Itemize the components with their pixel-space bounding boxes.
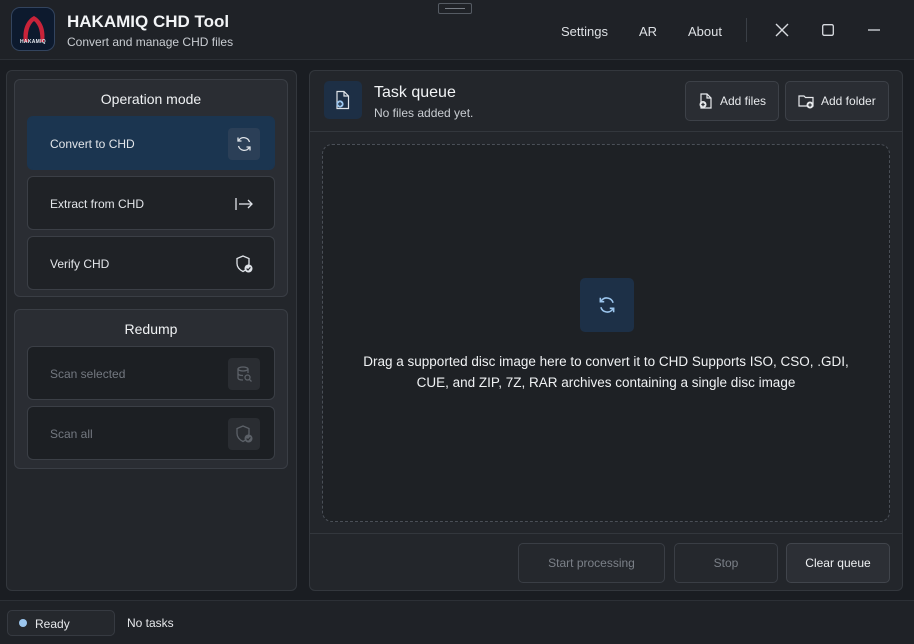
close-icon: [775, 23, 789, 37]
file-add-icon: [324, 81, 362, 119]
scan-selected-button[interactable]: Scan selected: [27, 346, 275, 400]
add-folder-icon: [798, 95, 814, 109]
app-logo: HAKAMIQ: [11, 7, 55, 51]
app-title: HAKAMIQ CHD Tool: [67, 12, 230, 31]
menu-settings[interactable]: Settings: [561, 24, 608, 39]
minimize-button[interactable]: [860, 16, 888, 44]
status-text: Ready: [35, 617, 70, 631]
minimize-icon: [868, 29, 880, 31]
refresh-icon: [580, 278, 634, 332]
shield-check-icon: [228, 248, 260, 280]
shield-check-icon: [228, 418, 260, 450]
menu-about[interactable]: About: [688, 24, 722, 39]
drop-zone-text: Drag a supported disc image here to conv…: [363, 354, 849, 390]
app-subtitle: Convert and manage CHD files: [67, 35, 234, 49]
footer-divider: [310, 533, 902, 534]
refresh-icon: [228, 128, 260, 160]
drop-zone[interactable]: Drag a supported disc image here to conv…: [322, 144, 890, 522]
menu-language[interactable]: AR: [639, 24, 657, 39]
redump-title: Redump: [124, 321, 178, 337]
task-queue-title: Task queue: [374, 84, 456, 101]
redump-group: Redump Scan selected Scan all: [14, 309, 288, 469]
maximize-icon: [822, 24, 834, 36]
status-indicator: Ready: [7, 610, 115, 636]
extract-from-chd-button[interactable]: Extract from CHD: [27, 176, 275, 230]
status-bar: Ready No tasks: [0, 600, 914, 644]
stop-button[interactable]: Stop: [674, 543, 778, 583]
add-folder-button[interactable]: Add folder: [785, 81, 889, 121]
tasks-count: No tasks: [127, 616, 174, 630]
arrow-right-bar-icon: [228, 188, 260, 220]
clear-queue-button[interactable]: Clear queue: [786, 543, 890, 583]
menu-separator: [746, 18, 747, 42]
task-queue-subtitle: No files added yet.: [374, 106, 474, 120]
task-queue-panel: Task queue No files added yet. Add files…: [309, 70, 903, 591]
operation-mode-group: Operation mode Convert to CHD Extract fr…: [14, 79, 288, 297]
database-search-icon: [228, 358, 260, 390]
scan-all-button[interactable]: Scan all: [27, 406, 275, 460]
add-files-button[interactable]: Add files: [685, 81, 779, 121]
add-file-icon: [699, 93, 712, 109]
title-bar: HAKAMIQ HAKAMIQ CHD Tool Convert and man…: [0, 0, 914, 60]
start-processing-button[interactable]: Start processing: [518, 543, 665, 583]
close-button[interactable]: [768, 16, 796, 44]
drag-handle[interactable]: [438, 3, 472, 14]
header-divider: [310, 131, 902, 132]
status-dot: [19, 619, 27, 627]
left-panel: Operation mode Convert to CHD Extract fr…: [6, 70, 297, 591]
maximize-button[interactable]: [814, 16, 842, 44]
convert-to-chd-button[interactable]: Convert to CHD: [27, 116, 275, 170]
operation-mode-title: Operation mode: [100, 91, 202, 107]
verify-chd-button[interactable]: Verify CHD: [27, 236, 275, 290]
